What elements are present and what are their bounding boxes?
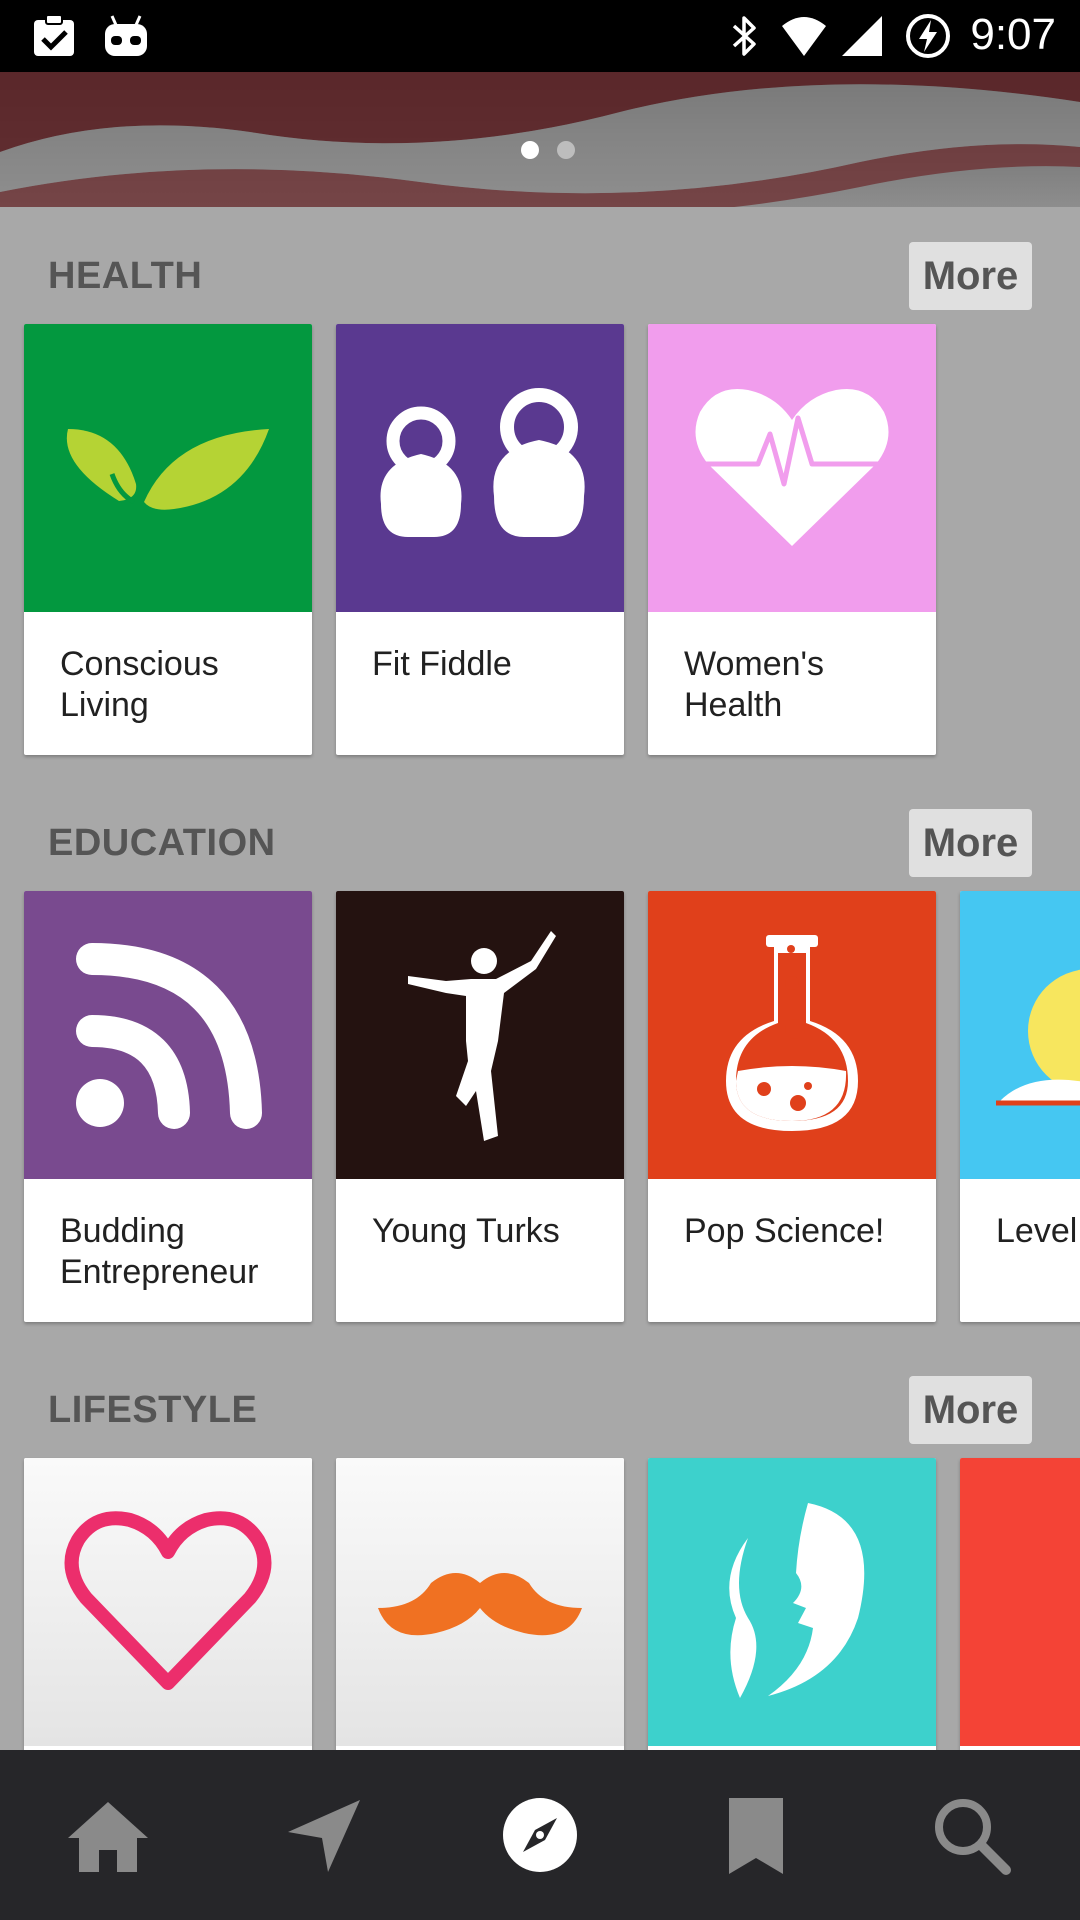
category-list[interactable]: HEALTH More Conscious Living Fit Fiddle … — [0, 207, 1080, 1750]
leaves-icon — [66, 429, 269, 510]
card-body: Level — [960, 1179, 1080, 1322]
card-young-turks[interactable]: Young Turks — [336, 891, 624, 1322]
jumping-person-icon — [408, 931, 556, 1141]
send-icon — [288, 1800, 360, 1872]
card-title: Conscious Living — [60, 645, 219, 724]
home-icon — [68, 1802, 148, 1872]
rss-icon — [76, 943, 262, 1129]
card-body: Budding Entrepreneur — [24, 1179, 312, 1322]
mustache-icon — [378, 1573, 582, 1636]
bookmark-icon — [729, 1798, 783, 1874]
status-bar: 9:07 — [0, 0, 1080, 72]
card-budding-entrepreneur[interactable]: Budding Entrepreneur — [24, 891, 312, 1322]
kettlebells-icon — [380, 388, 585, 537]
bottom-navigation — [0, 1750, 1080, 1920]
card-row: Budding Entrepreneur Young Turks Pop Sci… — [24, 891, 1080, 1331]
explore-icon — [503, 1798, 577, 1872]
card-image — [648, 891, 936, 1179]
card-lifestyle-2[interactable] — [336, 1458, 624, 1750]
more-button[interactable]: More — [909, 242, 1032, 310]
section-lifestyle: LIFESTYLE More — [0, 1341, 1080, 1750]
nav-bookmark[interactable] — [701, 1780, 811, 1890]
card-pop-science[interactable]: Pop Science! — [648, 891, 936, 1322]
section-title: EDUCATION — [48, 822, 276, 864]
card-title: Fit Fiddle — [372, 645, 512, 683]
heart-outline-icon — [64, 1511, 272, 1690]
bluetooth-icon — [732, 16, 756, 56]
nav-explore[interactable] — [485, 1780, 595, 1890]
cyanogen-icon — [105, 15, 147, 56]
section-education: EDUCATION More Budding Entrepreneur Youn… — [0, 774, 1080, 1334]
card-conscious-living[interactable]: Conscious Living — [24, 324, 312, 755]
card-title: Young Turks — [372, 1212, 560, 1250]
card-body: Conscious Living — [24, 612, 312, 755]
woman-profile-icon — [729, 1503, 865, 1698]
card-body: Young Turks — [336, 1179, 624, 1322]
section-title: LIFESTYLE — [48, 1389, 258, 1431]
card-body: Women's Health — [648, 612, 936, 755]
nav-send[interactable] — [270, 1780, 380, 1890]
card-level[interactable]: Level — [960, 891, 1080, 1322]
card-image — [648, 324, 936, 612]
page-indicator-dot-2[interactable] — [557, 141, 575, 159]
card-lifestyle-3[interactable] — [648, 1458, 936, 1750]
featured-banner[interactable] — [0, 72, 1080, 207]
card-title: Level — [996, 1212, 1078, 1250]
section-title: HEALTH — [48, 255, 203, 297]
card-row — [24, 1458, 1080, 1750]
card-image — [960, 1458, 1080, 1746]
card-lifestyle-4[interactable] — [960, 1458, 1080, 1750]
heart-pulse-icon — [695, 388, 889, 546]
card-title: Pop Science! — [684, 1212, 885, 1250]
nav-home[interactable] — [53, 1780, 163, 1890]
card-row: Conscious Living Fit Fiddle Women's Heal… — [24, 324, 1080, 764]
card-image — [24, 891, 312, 1179]
card-image — [336, 324, 624, 612]
card-image — [24, 1458, 312, 1746]
section-health: HEALTH More Conscious Living Fit Fiddle … — [0, 207, 1080, 767]
cell-signal-icon — [842, 16, 882, 56]
page-indicator-dot-1[interactable] — [521, 141, 539, 159]
nav-search[interactable] — [916, 1780, 1026, 1890]
card-image — [960, 891, 1080, 1179]
sunrise-book-icon — [996, 969, 1080, 1106]
flask-icon — [726, 935, 858, 1131]
battery-charging-icon — [906, 14, 950, 58]
card-image — [336, 1458, 624, 1746]
more-button[interactable]: More — [909, 809, 1032, 877]
card-image — [336, 891, 624, 1179]
card-body: Fit Fiddle — [336, 612, 624, 755]
wifi-icon — [782, 17, 826, 56]
card-lifestyle-1[interactable] — [24, 1458, 312, 1750]
card-image — [24, 324, 312, 612]
card-womens-health[interactable]: Women's Health — [648, 324, 936, 755]
card-title: Women's Health — [684, 645, 825, 724]
status-time: 9:07 — [970, 10, 1056, 59]
card-body: Pop Science! — [648, 1179, 936, 1322]
flag-background — [0, 72, 1080, 207]
card-image — [648, 1458, 936, 1746]
card-fit-fiddle[interactable]: Fit Fiddle — [336, 324, 624, 755]
card-title: Budding Entrepreneur — [60, 1212, 259, 1291]
search-icon — [935, 1799, 1011, 1875]
more-button[interactable]: More — [909, 1376, 1032, 1444]
clipboard-check-icon — [34, 14, 74, 56]
